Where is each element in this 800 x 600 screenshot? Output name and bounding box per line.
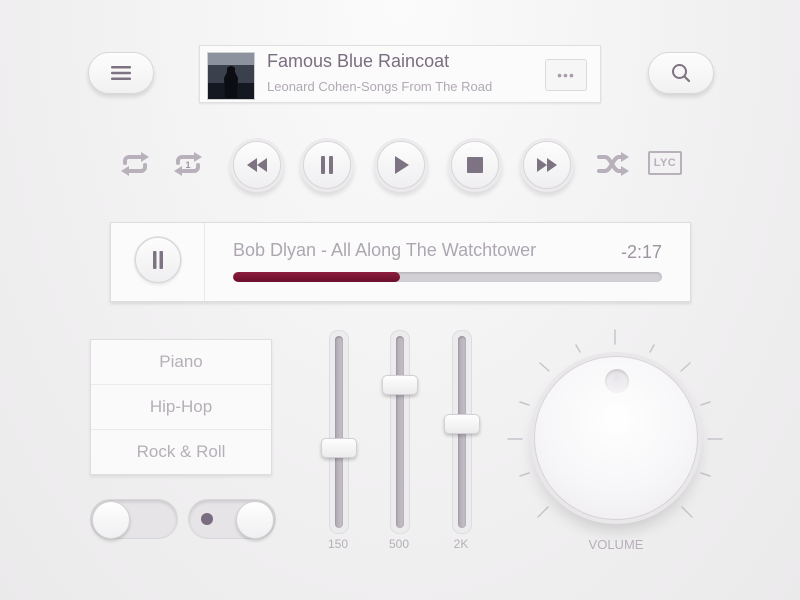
volume-label: VOLUME <box>588 537 644 552</box>
toggle-knob <box>236 501 274 539</box>
now-playing-card: Famous Blue Raincoat Leonard Cohen-Songs… <box>199 45 601 103</box>
pause-icon <box>153 251 163 269</box>
progress-fill <box>233 272 401 282</box>
stop-button[interactable] <box>451 141 499 189</box>
more-options-button[interactable]: ••• <box>545 59 587 91</box>
shuffle-button[interactable] <box>595 150 631 178</box>
eq-thumb-2k[interactable] <box>444 414 480 434</box>
eq-slider-150[interactable] <box>321 330 357 534</box>
more-dots-icon: ••• <box>557 67 575 83</box>
volume-knob[interactable] <box>534 356 698 520</box>
search-button[interactable] <box>648 52 714 94</box>
pause-button[interactable] <box>303 141 351 189</box>
toggle-switch-off[interactable] <box>90 499 178 539</box>
progress-bar[interactable] <box>233 272 662 282</box>
eq-thumb-150[interactable] <box>321 438 357 458</box>
repeat-one-icon: 1 <box>174 152 202 176</box>
stop-icon <box>467 157 483 173</box>
repeat-icon <box>121 152 149 176</box>
eq-slider-2k[interactable] <box>444 330 480 534</box>
eq-label-500: 500 <box>388 537 410 551</box>
eq-slider-500[interactable] <box>382 330 418 534</box>
pause-icon <box>321 156 333 174</box>
player-pause-button[interactable] <box>135 237 181 283</box>
shuffle-icon <box>597 152 629 176</box>
search-icon <box>672 64 691 83</box>
knob-indicator <box>605 369 629 393</box>
eq-label-150: 150 <box>327 537 349 551</box>
eq-label-2k: 2K <box>453 537 469 551</box>
play-button[interactable] <box>377 141 425 189</box>
time-remaining: -2:17 <box>620 242 662 262</box>
repeat-one-badge: 1 <box>185 160 190 170</box>
play-icon <box>395 156 409 174</box>
song-title: Famous Blue Raincoat <box>267 51 450 71</box>
album-cover <box>207 52 255 100</box>
player-divider <box>204 223 205 301</box>
eq-groove <box>335 336 343 528</box>
fast-forward-button[interactable] <box>523 141 571 189</box>
fast-forward-icon <box>537 158 557 172</box>
eq-thumb-500[interactable] <box>382 375 418 395</box>
song-artist: Leonard Cohen-Songs From The Road <box>267 79 493 94</box>
rewind-button[interactable] <box>233 141 281 189</box>
genre-item-rock-and-roll[interactable]: Rock & Roll <box>91 430 271 474</box>
genre-item-piano[interactable]: Piano <box>91 340 271 385</box>
toggle-knob <box>92 501 130 539</box>
genre-list: Piano Hip-Hop Rock & Roll <box>90 339 272 475</box>
genre-item-hip-hop[interactable]: Hip-Hop <box>91 385 271 430</box>
rewind-icon <box>247 158 267 172</box>
menu-button[interactable] <box>88 52 154 94</box>
repeat-button[interactable] <box>117 150 153 178</box>
track-title: Bob Dlyan - All Along The Watchtower <box>233 240 537 260</box>
lyrics-label: LYC <box>653 157 677 169</box>
eq-groove <box>396 336 404 528</box>
toggle-indicator-dot <box>201 513 213 525</box>
repeat-one-button[interactable]: 1 <box>170 150 206 178</box>
track-player-card: Bob Dlyan - All Along The Watchtower -2:… <box>110 222 691 302</box>
hamburger-menu-icon <box>111 66 131 80</box>
lyrics-button[interactable]: LYC <box>648 151 682 175</box>
toggle-switch-on[interactable] <box>188 499 276 539</box>
